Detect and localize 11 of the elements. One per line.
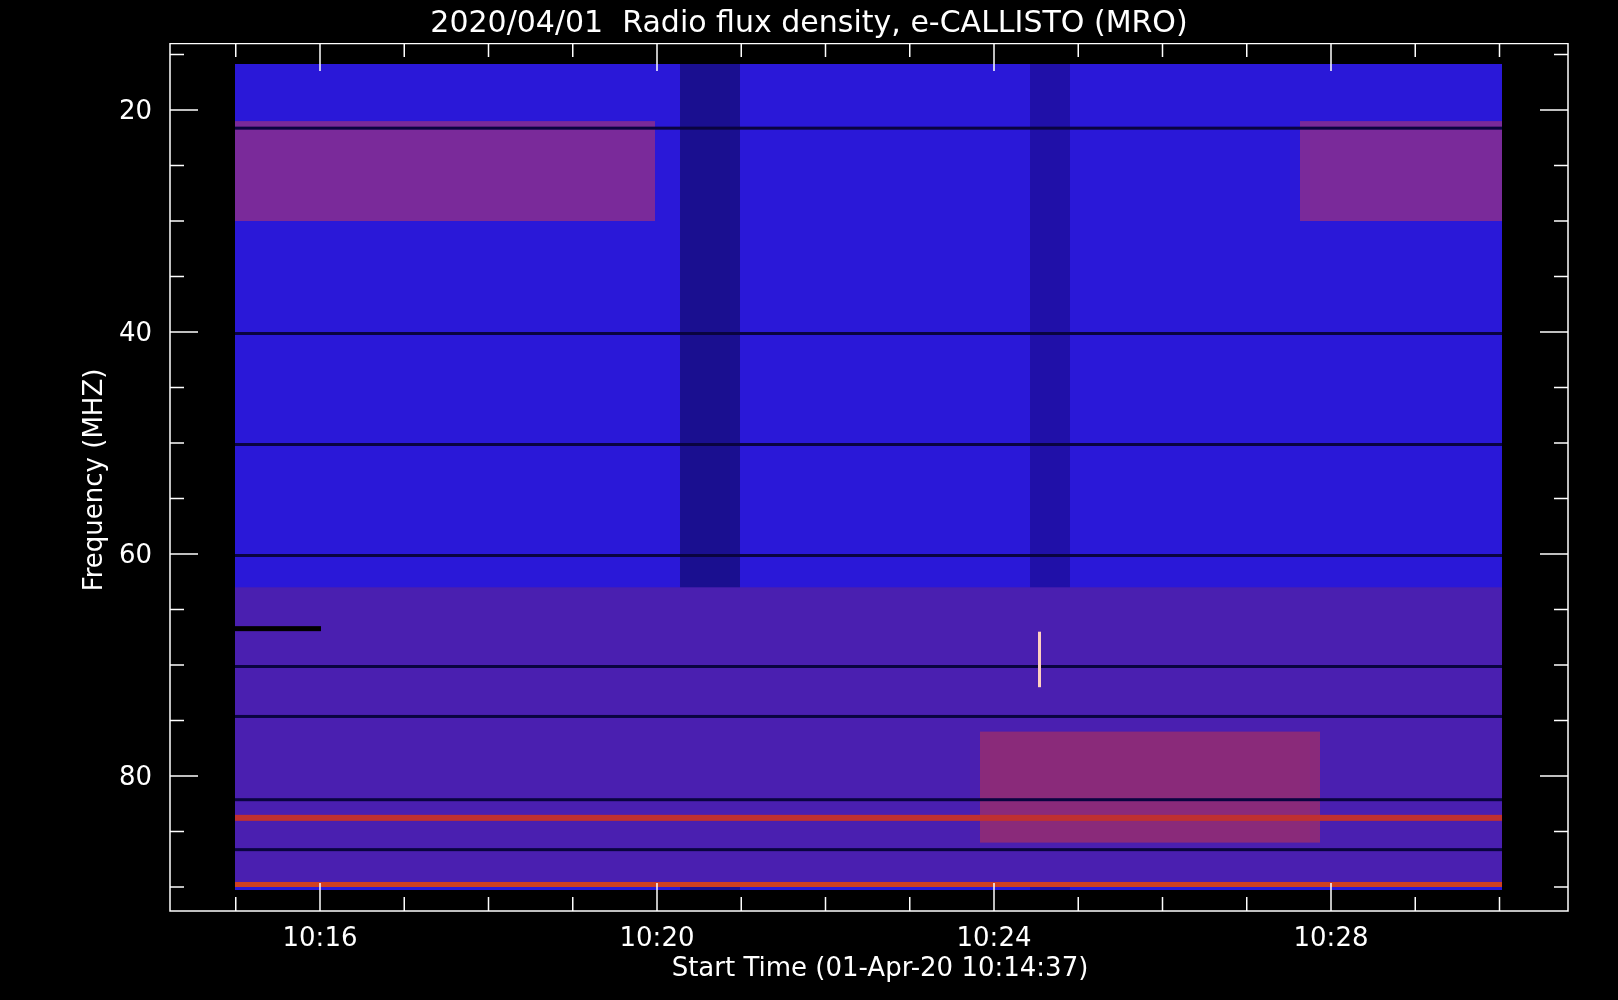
tick-label: 40	[118, 317, 152, 347]
axis-label: Frequency (MHZ)	[78, 368, 108, 592]
tick-label: 10:28	[1293, 922, 1369, 952]
tick-label: 20	[118, 95, 152, 125]
tick-label: 10:16	[282, 922, 358, 952]
tick-label: 10:24	[956, 922, 1032, 952]
tick-label: 80	[118, 761, 152, 791]
tick-label: 10:20	[619, 922, 695, 952]
plot-title: 2020/04/01 Radio flux density, e-CALLISTO (MRO)	[429, 3, 1189, 41]
tick-label: 60	[118, 539, 152, 569]
axis-label: Start Time (01-Apr-20 10:14:37)	[671, 952, 1089, 982]
